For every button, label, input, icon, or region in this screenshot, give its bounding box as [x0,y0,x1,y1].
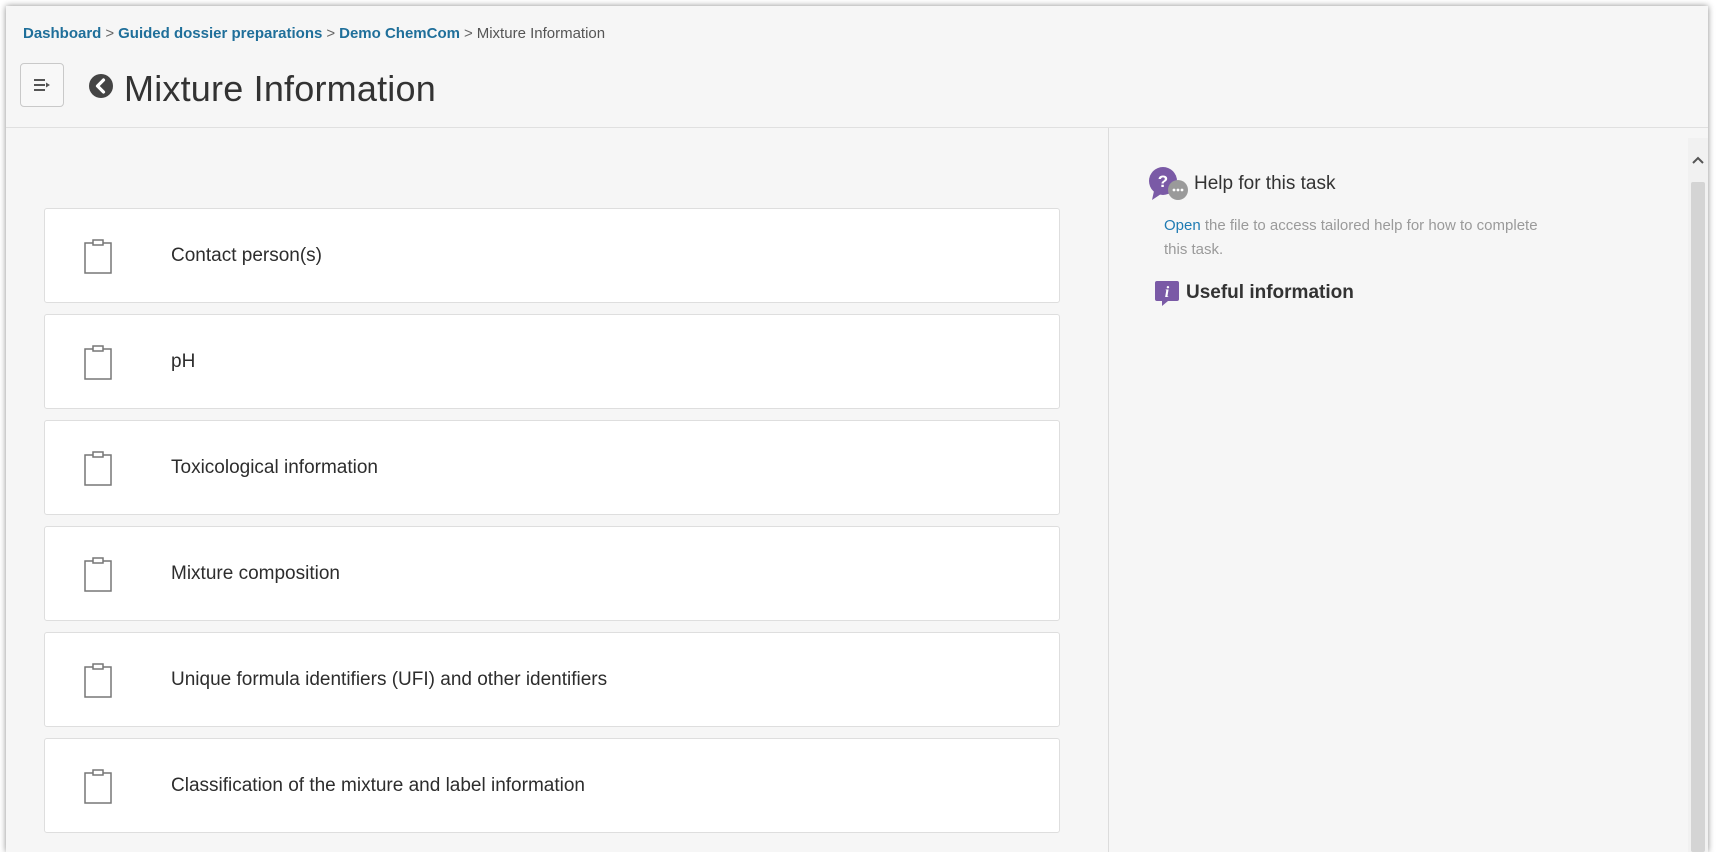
help-description: the file to access tailored help for how… [1164,217,1538,258]
task-label: pH [171,350,196,372]
svg-text:i: i [1165,284,1170,301]
breadcrumb: Dashboard > Guided dossier preparations > De… [23,25,605,42]
task-label: Classification of the mixture and label … [171,774,585,796]
clipboard-icon [84,768,112,804]
task-list: Contact person(s) pH Toxicological infor… [44,208,1060,844]
scrollbar-thumb[interactable] [1691,182,1705,852]
task-label: Toxicological information [171,456,378,478]
help-panel: ? Help for this task Open the file to ac… [1148,166,1568,306]
svg-text:?: ? [1158,172,1168,191]
clipboard-icon [84,662,112,698]
clipboard-icon [84,556,112,592]
breadcrumb-demo-chemcom[interactable]: Demo ChemCom [339,25,460,42]
help-title: Help for this task [1194,173,1336,194]
task-card-mixture-composition[interactable]: Mixture composition [44,526,1060,621]
help-open-link[interactable]: Open [1164,217,1201,234]
useful-information-header[interactable]: i Useful information [1154,280,1568,306]
scroll-up-icon[interactable] [1688,152,1708,168]
page-title: Mixture Information [124,68,436,109]
breadcrumb-separator: > [105,25,115,42]
clipboard-icon [84,450,112,486]
useful-information-title: Useful information [1186,282,1354,303]
task-card-ufi-identifiers[interactable]: Unique formula identifiers (UFI) and oth… [44,632,1060,727]
breadcrumb-separator: > [463,25,473,42]
breadcrumb-current: Mixture Information [476,25,606,42]
breadcrumb-separator: > [326,25,336,42]
task-label: Contact person(s) [171,244,323,266]
menu-toggle-icon [34,79,50,91]
clipboard-icon [84,238,112,274]
help-text: Open the file to access tailored help fo… [1164,214,1554,262]
task-card-contact-persons[interactable]: Contact person(s) [44,208,1060,303]
header-divider [6,127,1708,128]
task-card-ph[interactable]: pH [44,314,1060,409]
clipboard-icon [84,344,112,380]
app-window: Dashboard > Guided dossier preparations > De… [6,6,1708,852]
menu-toggle-button[interactable] [20,63,64,107]
scrollbar[interactable] [1688,138,1708,852]
info-icon: i [1155,281,1179,306]
task-card-classification-label[interactable]: Classification of the mixture and label … [44,738,1060,833]
breadcrumb-dashboard[interactable]: Dashboard [23,25,101,42]
help-chat-icon: ? [1149,167,1188,200]
task-card-toxicological-information[interactable]: Toxicological information [44,420,1060,515]
task-label: Mixture composition [171,562,340,584]
breadcrumb-guided-dossier-preparations[interactable]: Guided dossier preparations [118,25,322,42]
back-arrow-icon[interactable] [88,73,114,99]
help-header: ? Help for this task [1148,166,1568,202]
sidebar-divider [1108,128,1109,852]
task-label: Unique formula identifiers (UFI) and oth… [171,668,608,690]
